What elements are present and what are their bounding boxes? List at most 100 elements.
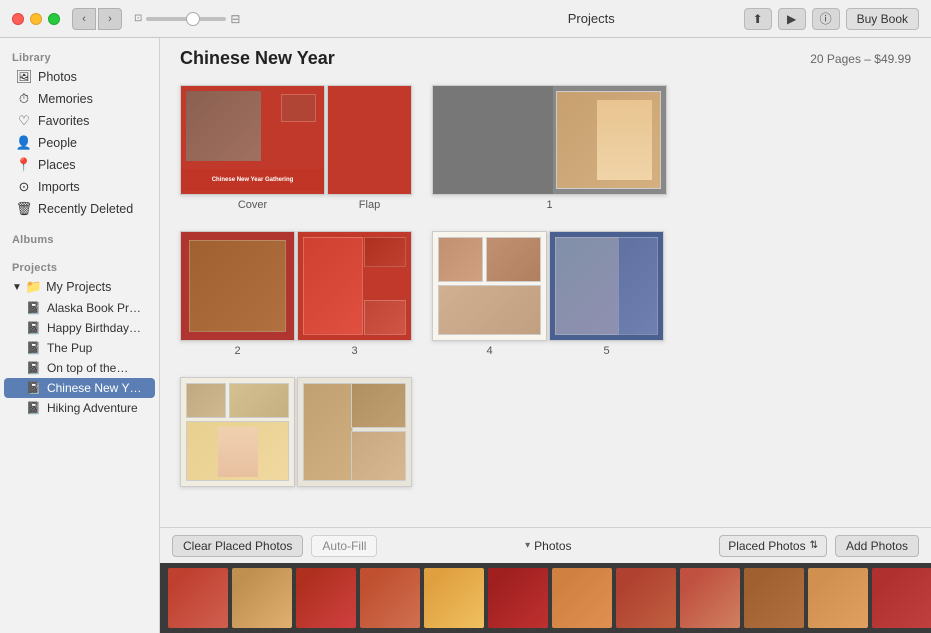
- content-meta: 20 Pages – $49.99: [810, 52, 911, 66]
- placed-photos-chevron-icon: ⇅: [810, 540, 818, 551]
- info-icon[interactable]: ⓘ: [812, 8, 840, 30]
- photos-toggle[interactable]: ▾ Photos: [525, 539, 571, 553]
- page-3-label: 3: [351, 345, 357, 357]
- project-ontop[interactable]: 📓 On top of the…: [4, 358, 155, 378]
- placed-photos-dropdown[interactable]: Placed Photos ⇅: [719, 535, 827, 557]
- book-icon-hiking: 📓: [26, 401, 41, 415]
- page-6[interactable]: [180, 377, 295, 487]
- pages-4-5-spread: 4 5: [432, 231, 664, 357]
- project-pup[interactable]: 📓 The Pup: [4, 338, 155, 358]
- photos-toggle-label: Photos: [534, 539, 571, 553]
- page-7[interactable]: [297, 377, 412, 487]
- recently-deleted-label: Recently Deleted: [38, 202, 133, 216]
- content-title: Chinese New Year: [180, 48, 335, 69]
- memories-icon: ⏱: [16, 91, 32, 107]
- sidebar-item-imports[interactable]: ⊙ Imports: [4, 176, 155, 198]
- page-4-label: 4: [486, 345, 492, 357]
- folder-chevron-icon: ▼: [12, 282, 22, 293]
- pages-row-3: [180, 377, 911, 487]
- favorites-label: Favorites: [38, 114, 89, 128]
- pages-6-7: [180, 377, 412, 487]
- places-label: Places: [38, 158, 76, 172]
- book-pages: Chinese New Year Gathering Cover Flap: [160, 75, 931, 527]
- close-button[interactable]: [12, 13, 24, 25]
- maximize-button[interactable]: [48, 13, 60, 25]
- chevron-down-icon: ▾: [525, 540, 530, 551]
- cover-label: Cover: [238, 199, 267, 211]
- project-alaska[interactable]: 📓 Alaska Book Pr…: [4, 298, 155, 318]
- zoom-small-icon: ⊡: [134, 13, 142, 24]
- strip-photo-9[interactable]: [680, 568, 740, 628]
- strip-photo-3[interactable]: [296, 568, 356, 628]
- page-5[interactable]: [549, 231, 664, 341]
- page-1[interactable]: [432, 85, 667, 195]
- project-birthday[interactable]: 📓 Happy Birthday…: [4, 318, 155, 338]
- strip-photo-4[interactable]: [360, 568, 420, 628]
- minimize-button[interactable]: [30, 13, 42, 25]
- project-chinese-new-year[interactable]: 📓 Chinese New Y…: [4, 378, 155, 398]
- forward-button[interactable]: ›: [98, 8, 122, 30]
- imports-label: Imports: [38, 180, 80, 194]
- hiking-label: Hiking Adventure: [47, 401, 138, 415]
- page-4[interactable]: [432, 231, 547, 341]
- trash-icon: 🗑: [16, 201, 32, 217]
- project-hiking[interactable]: 📓 Hiking Adventure: [4, 398, 155, 418]
- my-projects-label: My Projects: [46, 280, 111, 294]
- alaska-label: Alaska Book Pr…: [47, 301, 141, 315]
- book-icon-alaska: 📓: [26, 301, 41, 315]
- sidebar-item-people[interactable]: 👤 People: [4, 132, 155, 154]
- strip-photo-5[interactable]: [424, 568, 484, 628]
- strip-photo-8[interactable]: [616, 568, 676, 628]
- library-section-label: Library: [0, 46, 159, 66]
- strip-photo-1[interactable]: [168, 568, 228, 628]
- clear-placed-photos-button[interactable]: Clear Placed Photos: [172, 535, 303, 557]
- pages-2-3-spread: 2 3: [180, 231, 412, 357]
- sidebar: Library 🖼 Photos ⏱ Memories ♡ Favorites …: [0, 38, 160, 633]
- sidebar-item-recently-deleted[interactable]: 🗑 Recently Deleted: [4, 198, 155, 220]
- page-5-label: 5: [603, 345, 609, 357]
- page-3[interactable]: [297, 231, 412, 341]
- auto-fill-button[interactable]: Auto-Fill: [311, 535, 377, 557]
- share-icon[interactable]: ⬆: [744, 8, 772, 30]
- titlebar: ‹ › ⊡ ⊟ Projects ⬆ ▶ ⓘ Buy Book: [0, 0, 931, 38]
- pages-row-1: Chinese New Year Gathering Cover Flap: [180, 85, 911, 211]
- projects-section-label: Projects: [0, 256, 159, 276]
- strip-photo-11[interactable]: [808, 568, 868, 628]
- sidebar-item-memories[interactable]: ⏱ Memories: [4, 88, 155, 110]
- strip-photo-2[interactable]: [232, 568, 292, 628]
- albums-section-label: Albums: [0, 228, 159, 248]
- ontop-label: On top of the…: [47, 361, 128, 375]
- slideshow-icon[interactable]: ▶: [778, 8, 806, 30]
- page-2[interactable]: [180, 231, 295, 341]
- cover-page[interactable]: Chinese New Year Gathering: [180, 85, 325, 195]
- photo-strip: [160, 563, 931, 633]
- strip-photo-12[interactable]: [872, 568, 931, 628]
- photos-label: Photos: [38, 70, 77, 84]
- strip-photo-7[interactable]: [552, 568, 612, 628]
- sidebar-item-photos[interactable]: 🖼 Photos: [4, 66, 155, 88]
- placed-photos-label: Placed Photos: [728, 539, 805, 553]
- people-icon: 👤: [16, 135, 32, 151]
- sidebar-item-places[interactable]: 📍 Places: [4, 154, 155, 176]
- pages-4-5: 4 5: [432, 231, 664, 357]
- photos-icon: 🖼: [16, 69, 32, 85]
- strip-photo-6[interactable]: [488, 568, 548, 628]
- cover-flap-pages: Chinese New Year Gathering Cover Flap: [180, 85, 412, 211]
- pup-label: The Pup: [47, 341, 92, 355]
- book-icon-ontop: 📓: [26, 361, 41, 375]
- my-projects-folder[interactable]: ▼ 📁 My Projects: [0, 276, 159, 298]
- chinese-label: Chinese New Y…: [47, 381, 142, 395]
- back-button[interactable]: ‹: [72, 8, 96, 30]
- flap-page[interactable]: [327, 85, 412, 195]
- titlebar-actions: ⬆ ▶ ⓘ Buy Book: [744, 8, 919, 30]
- sidebar-item-favorites[interactable]: ♡ Favorites: [4, 110, 155, 132]
- page-2-label: 2: [234, 345, 240, 357]
- memories-label: Memories: [38, 92, 93, 106]
- add-photos-button[interactable]: Add Photos: [835, 535, 919, 557]
- buy-book-button[interactable]: Buy Book: [846, 8, 919, 30]
- page-1-item: 1: [432, 85, 667, 211]
- book-icon-chinese: 📓: [26, 381, 41, 395]
- pages-2-3: 2 3: [180, 231, 412, 357]
- strip-photo-10[interactable]: [744, 568, 804, 628]
- zoom-thumb[interactable]: [186, 12, 200, 26]
